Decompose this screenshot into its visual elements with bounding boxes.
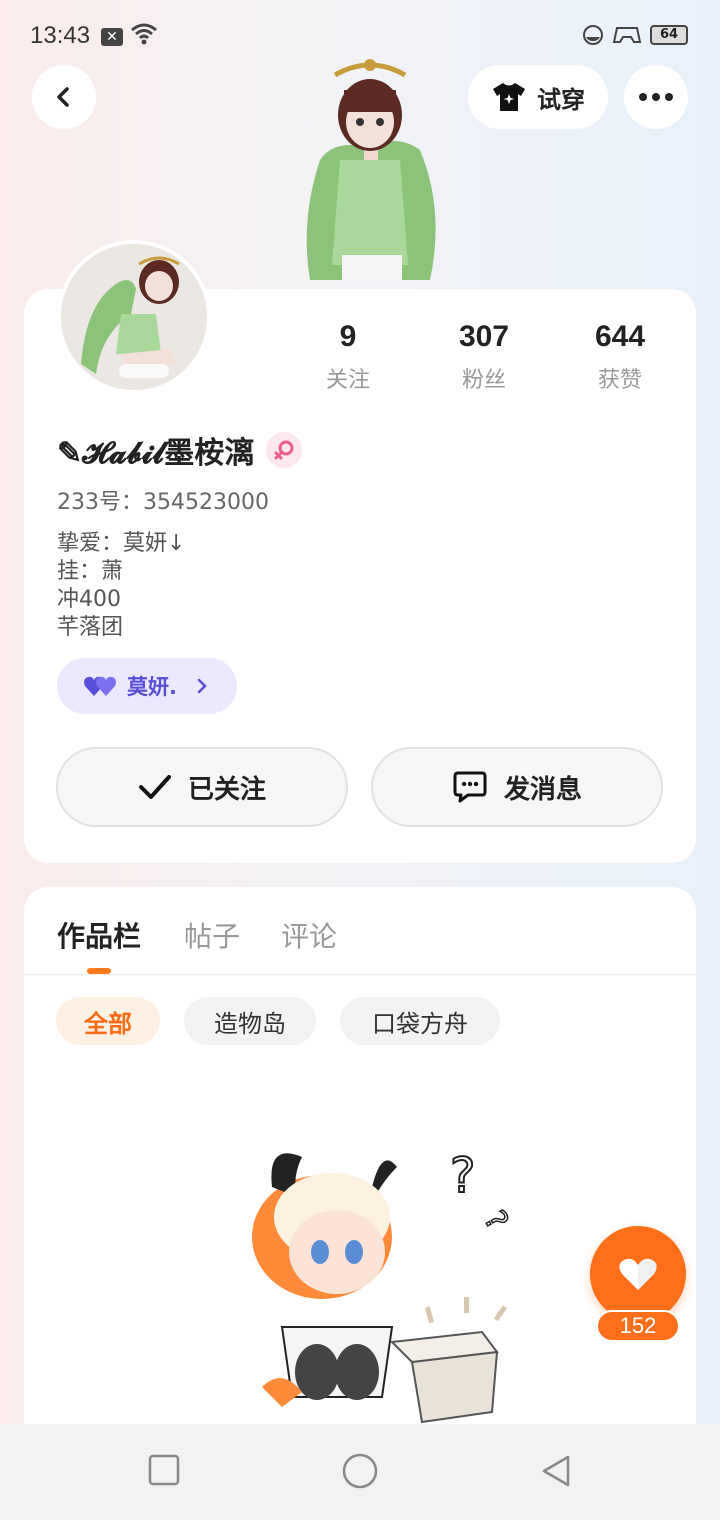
chip-pocket-ark[interactable]: 口袋方舟	[340, 997, 500, 1045]
likes-label: 获赞	[597, 368, 642, 393]
stat-fans[interactable]: 307 粉丝	[416, 320, 552, 394]
svg-text:?: ?	[450, 1148, 475, 1204]
relation-label: 莫妍.	[127, 675, 177, 699]
status-right-icons: 64	[582, 24, 688, 46]
notification-x-icon: ✕	[101, 28, 123, 46]
tab-comments[interactable]: 评论	[281, 915, 337, 955]
bio: 挚爱：莫妍↓ 挂：萧 冲400 芊落团	[57, 530, 185, 642]
status-time: 13:43	[30, 22, 91, 49]
fans-label: 粉丝	[461, 368, 506, 393]
bio-line: 挚爱：莫妍↓	[57, 531, 186, 556]
system-nav-bar	[0, 1424, 720, 1520]
try-on-button[interactable]: 试穿	[468, 65, 608, 129]
try-on-label: 试穿	[537, 85, 585, 114]
hearts-icon	[84, 676, 116, 696]
send-message-label: 发消息	[503, 774, 582, 805]
bio-line: 挂：萧	[57, 559, 124, 584]
moon-icon	[583, 25, 603, 45]
wifi-icon	[131, 23, 157, 45]
svg-text:?: ?	[476, 1205, 514, 1236]
back-nav-button[interactable]	[540, 1454, 572, 1488]
bio-line: 芊落团	[57, 615, 124, 640]
tab-works[interactable]: 作品栏	[57, 915, 141, 955]
recent-apps-button[interactable]	[148, 1454, 180, 1486]
following-label: 关注	[325, 368, 370, 393]
chevron-right-icon	[197, 678, 207, 694]
tab-posts[interactable]: 帖子	[184, 915, 240, 955]
like-button[interactable]	[590, 1226, 686, 1322]
heart-icon	[619, 1258, 657, 1290]
tab-indicator	[87, 968, 111, 974]
stats-row: 9 关注 307 粉丝 644 获赞	[280, 320, 690, 394]
more-dots-icon	[639, 93, 673, 101]
chip-all[interactable]: 全部	[56, 997, 160, 1045]
content-tabs: 作品栏 帖子 评论	[24, 887, 696, 975]
followed-button[interactable]: 已关注	[56, 747, 348, 827]
username: ✎𝓗𝓪𝓫𝓲𝓵墨桉漓	[57, 436, 255, 471]
game-controller-icon	[612, 27, 642, 43]
bio-line: 冲400	[57, 587, 121, 612]
following-count: 9	[339, 320, 357, 353]
tshirt-icon	[493, 83, 525, 111]
relation-pill[interactable]: 莫妍.	[57, 658, 237, 714]
followed-label: 已关注	[187, 774, 266, 805]
avatar-3d-figure	[306, 59, 436, 280]
user-id: 233号：354523000	[57, 490, 269, 515]
empty-state-illustration: ? ?	[252, 1147, 515, 1424]
fans-count: 307	[458, 320, 510, 353]
like-count: 152	[596, 1310, 680, 1342]
stat-following[interactable]: 9 关注	[280, 320, 416, 394]
likes-count: 644	[594, 320, 646, 353]
stat-likes[interactable]: 644 获赞	[552, 320, 688, 394]
chip-island[interactable]: 造物岛	[184, 997, 316, 1045]
check-icon	[138, 775, 171, 799]
avatar-image	[61, 244, 207, 390]
female-icon	[266, 432, 303, 468]
works-card: 作品栏 帖子 评论 全部 造物岛 口袋方舟 ? ?	[24, 887, 696, 1447]
send-message-button[interactable]: 发消息	[371, 747, 663, 827]
chat-bubble-icon	[453, 771, 487, 803]
username-row: ✎𝓗𝓪𝓫𝓲𝓵墨桉漓	[57, 428, 303, 472]
more-button[interactable]	[624, 65, 688, 129]
avatar[interactable]	[57, 240, 211, 394]
home-button[interactable]	[341, 1452, 379, 1490]
back-button[interactable]	[32, 65, 96, 129]
battery-indicator: 64	[650, 25, 688, 45]
chevron-left-icon	[57, 87, 69, 107]
